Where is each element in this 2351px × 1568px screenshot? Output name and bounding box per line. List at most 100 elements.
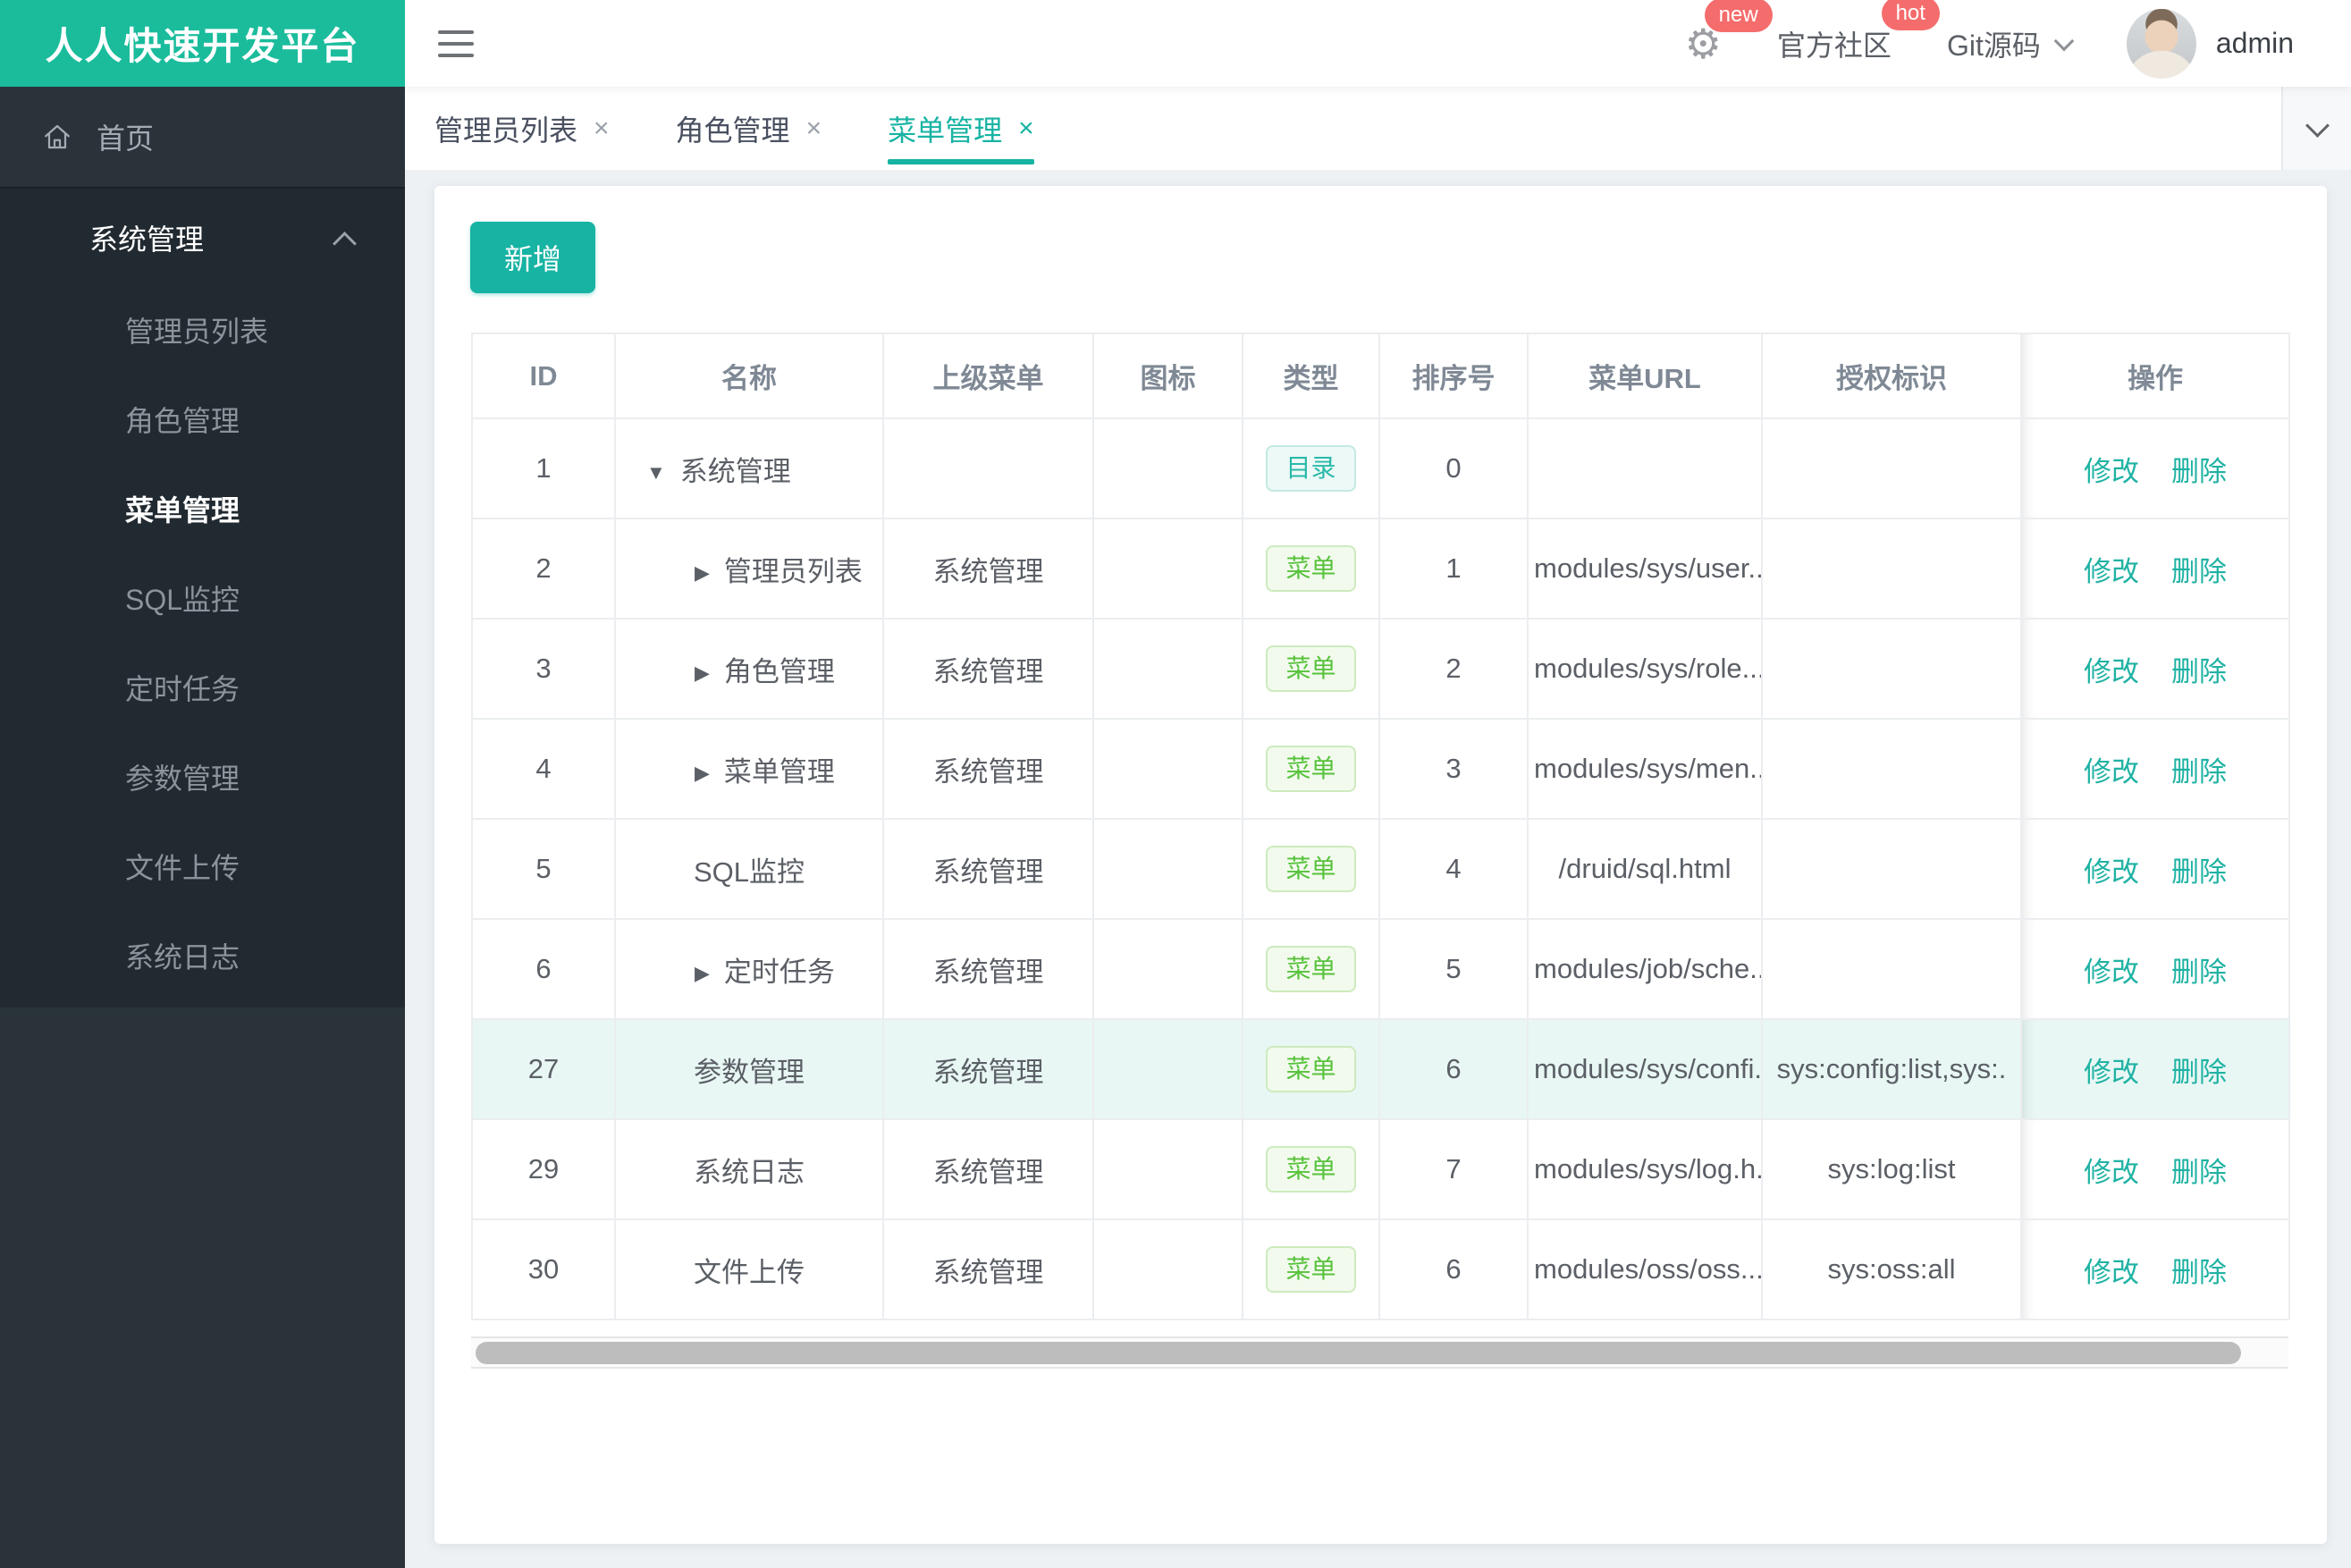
sidebar-item-param-mgmt[interactable]: 参数管理 (0, 734, 405, 823)
sidebar-item-home[interactable]: 首页 (0, 87, 405, 187)
cell-perms: sys:config:list,sys:. (1761, 1018, 2022, 1120)
cell-parent: 系统管理 (882, 518, 1094, 620)
sidebar-item-admin-list[interactable]: 管理员列表 (0, 287, 405, 376)
collapse-icon[interactable] (646, 461, 666, 485)
sidebar-item-sql-monitor[interactable]: SQL监控 (0, 555, 405, 645)
cell-actions: 修改 删除 (2020, 818, 2290, 920)
table-row: 30 文件上传 系统管理 菜单 6 modules/oss/oss.... sy… (471, 1218, 2290, 1320)
table-row-highlighted: 27 参数管理 系统管理 菜单 6 modules/sys/confi... s… (471, 1018, 2290, 1120)
expand-icon[interactable] (695, 762, 710, 785)
cell-order: 7 (1378, 1118, 1529, 1220)
delete-link[interactable]: 删除 (2171, 1057, 2227, 1088)
expand-icon[interactable] (695, 962, 710, 985)
hot-badge: hot (1881, 0, 1940, 30)
sidebar-home-label: 首页 (97, 122, 155, 155)
community-link[interactable]: 官方社区 hot (1777, 0, 1940, 64)
cell-parent: 系统管理 (882, 618, 1094, 720)
type-badge-dir: 目录 (1266, 444, 1356, 493)
tab-label: 管理员列表 (434, 114, 578, 147)
chevron-up-icon (333, 232, 357, 256)
delete-link[interactable]: 删除 (2171, 456, 2227, 487)
delete-link[interactable]: 删除 (2171, 756, 2227, 788)
sidebar-item-file-upload[interactable]: 文件上传 (0, 823, 405, 913)
tab-close-icon[interactable] (806, 115, 822, 142)
sidebar-item-system-log[interactable]: 系统日志 (0, 913, 405, 1002)
user-menu[interactable]: admin (2126, 8, 2294, 79)
cell-type: 菜单 (1242, 718, 1380, 820)
cell-id: 6 (471, 918, 616, 1020)
cell-url: modules/sys/men... (1527, 718, 1763, 820)
tab-label: 菜单管理 (888, 114, 1003, 147)
tab-menu-mgmt[interactable]: 菜单管理 (888, 87, 1034, 170)
cell-perms (1761, 818, 2022, 920)
type-badge-menu: 菜单 (1266, 1045, 1356, 1093)
cell-id: 4 (471, 718, 616, 820)
cell-parent: 系统管理 (882, 718, 1094, 820)
expand-icon[interactable] (695, 662, 710, 685)
cell-url: modules/sys/role.... (1527, 618, 1763, 720)
cell-order: 6 (1378, 1018, 1529, 1120)
cell-perms: sys:oss:all (1761, 1218, 2022, 1320)
cell-type: 菜单 (1242, 1218, 1380, 1320)
cell-perms (1761, 718, 2022, 820)
tab-close-icon[interactable] (594, 115, 610, 142)
delete-link[interactable]: 删除 (2171, 1257, 2227, 1288)
horizontal-scrollbar[interactable] (471, 1336, 2288, 1369)
home-icon (41, 121, 73, 153)
cell-actions: 修改 删除 (2020, 1218, 2290, 1320)
edit-link[interactable]: 修改 (2084, 1157, 2139, 1188)
tab-admin-list[interactable]: 管理员列表 (434, 87, 610, 170)
sidebar-item-scheduled-tasks[interactable]: 定时任务 (0, 645, 405, 734)
edit-link[interactable]: 修改 (2084, 756, 2139, 788)
edit-link[interactable]: 修改 (2084, 456, 2139, 487)
app-logo: 人人快速开发平台 (0, 0, 405, 87)
delete-link[interactable]: 删除 (2171, 856, 2227, 888)
table-row: 29 系统日志 系统管理 菜单 7 modules/sys/log.h... s… (471, 1118, 2290, 1220)
col-url: 菜单URL (1527, 333, 1763, 419)
tab-list-dropdown-button[interactable] (2281, 87, 2351, 170)
cell-perms: sys:log:list (1761, 1118, 2022, 1220)
cell-name: 参数管理 (614, 1018, 884, 1120)
cell-actions: 修改 删除 (2020, 518, 2290, 620)
git-source-dropdown[interactable]: Git源码 (1947, 23, 2075, 64)
cell-name: SQL监控 (614, 818, 884, 920)
cell-parent: 系统管理 (882, 1118, 1094, 1220)
header-actions: new 官方社区 hot Git源码 admin (1685, 0, 2294, 79)
delete-link[interactable]: 删除 (2171, 957, 2227, 988)
edit-link[interactable]: 修改 (2084, 556, 2139, 587)
sidebar-section-system[interactable]: 系统管理 (0, 189, 405, 287)
add-button[interactable]: 新增 (470, 222, 595, 293)
col-parent: 上级菜单 (882, 333, 1094, 419)
menu-management-panel: 新增 ID 名称 上级菜单 图标 类型 排序号 菜单URL 授权标识 操作 1 … (434, 186, 2327, 1544)
expand-icon[interactable] (695, 561, 710, 585)
tab-label: 角色管理 (675, 114, 790, 147)
delete-link[interactable]: 删除 (2171, 1157, 2227, 1188)
settings-button[interactable]: new (1685, 0, 1773, 67)
edit-link[interactable]: 修改 (2084, 1257, 2139, 1288)
cell-actions: 修改 删除 (2020, 417, 2290, 519)
edit-link[interactable]: 修改 (2084, 1057, 2139, 1088)
cell-order: 5 (1378, 918, 1529, 1020)
scrollbar-thumb[interactable] (476, 1342, 2241, 1364)
edit-link[interactable]: 修改 (2084, 957, 2139, 988)
new-badge: new (1704, 0, 1773, 32)
type-badge-menu: 菜单 (1266, 1145, 1356, 1193)
sidebar-item-menu-mgmt[interactable]: 菜单管理 (0, 466, 405, 555)
cell-name: 文件上传 (614, 1218, 884, 1320)
delete-link[interactable]: 删除 (2171, 556, 2227, 587)
avatar (2126, 8, 2196, 79)
cell-id: 27 (471, 1018, 616, 1120)
cell-type: 菜单 (1242, 918, 1380, 1020)
type-badge-menu: 菜单 (1266, 645, 1356, 693)
tab-close-icon[interactable] (1018, 115, 1034, 142)
cell-name: 定时任务 (614, 918, 884, 1020)
tab-role-mgmt[interactable]: 角色管理 (676, 87, 822, 170)
cell-icon (1092, 618, 1243, 720)
sidebar-item-role-mgmt[interactable]: 角色管理 (0, 376, 405, 466)
edit-link[interactable]: 修改 (2084, 656, 2139, 687)
hamburger-menu-icon[interactable] (438, 30, 474, 57)
cell-icon (1092, 1118, 1243, 1220)
delete-link[interactable]: 删除 (2171, 656, 2227, 687)
edit-link[interactable]: 修改 (2084, 856, 2139, 888)
cell-type: 菜单 (1242, 1018, 1380, 1120)
